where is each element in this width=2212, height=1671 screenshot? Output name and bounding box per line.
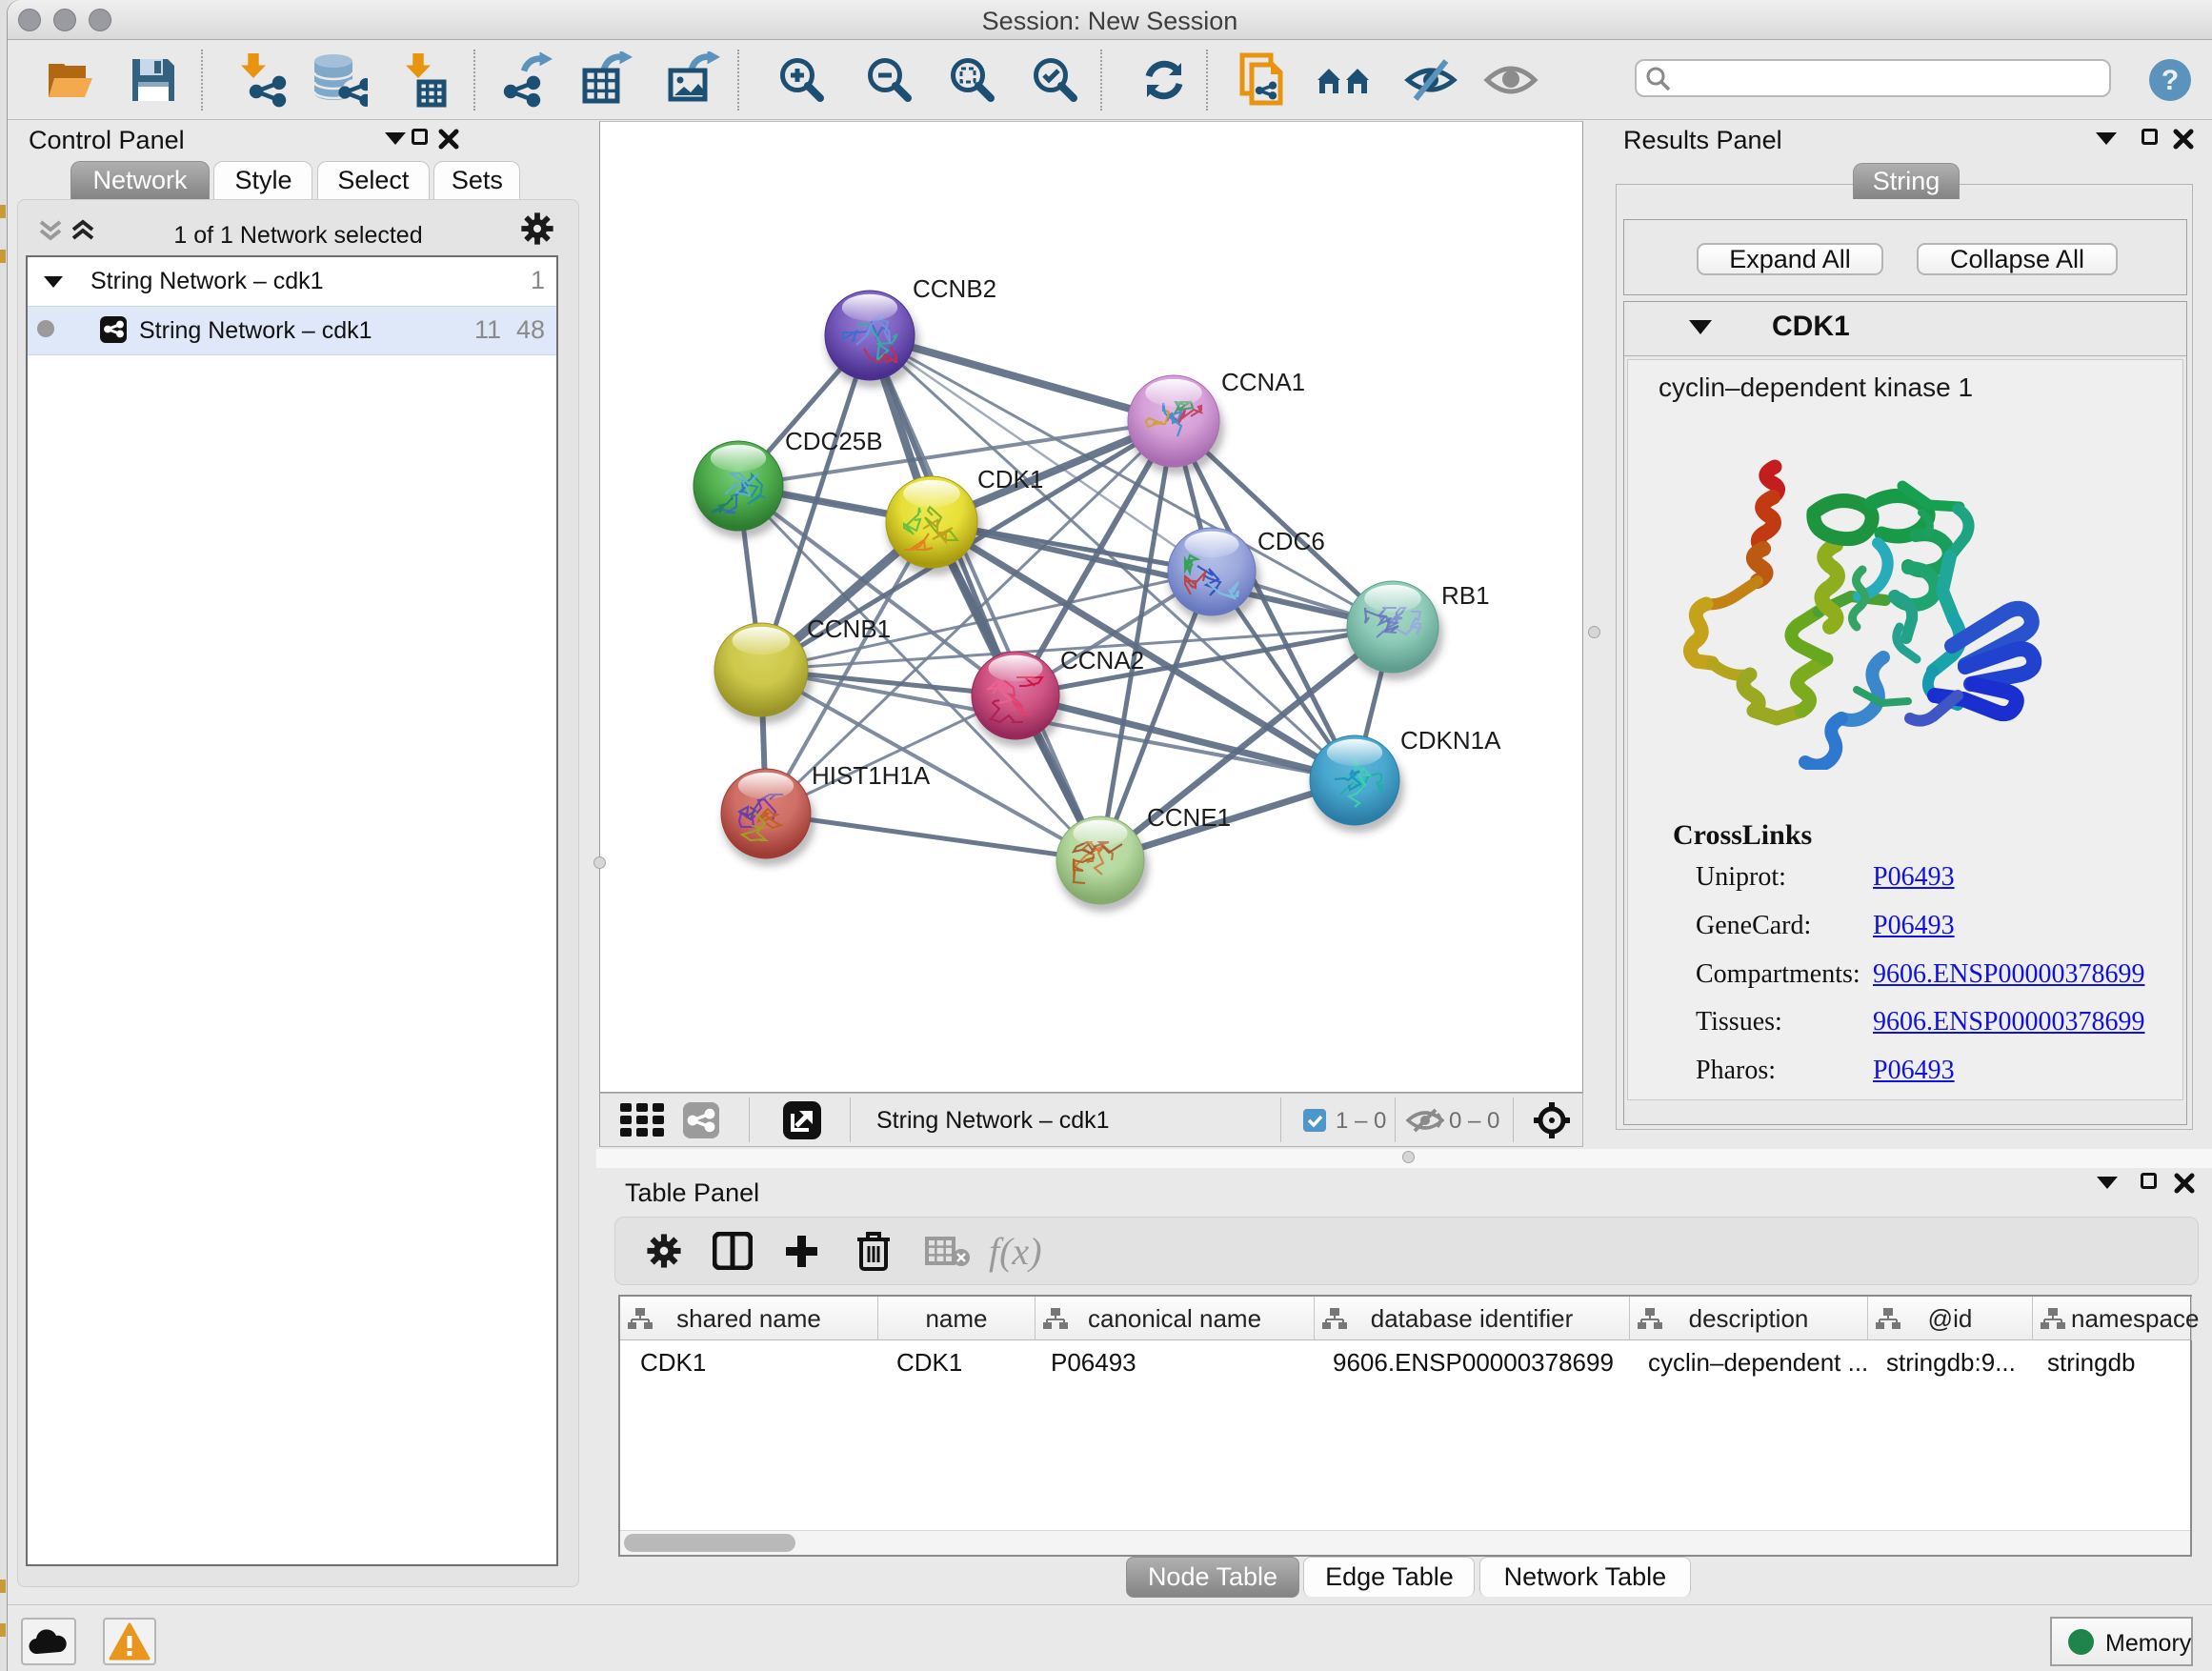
svg-text:CCNB2: CCNB2 <box>913 274 996 303</box>
svg-text:?: ? <box>2162 65 2179 96</box>
svg-text:CDC25B: CDC25B <box>785 427 883 455</box>
svg-text:CDKN1A: CDKN1A <box>1400 726 1501 755</box>
svg-text:HIST1H1A: HIST1H1A <box>812 761 931 790</box>
svg-text:CDK1: CDK1 <box>977 465 1043 493</box>
svg-text:CCNE1: CCNE1 <box>1147 803 1231 832</box>
svg-text:CCNA1: CCNA1 <box>1221 368 1305 396</box>
svg-text:CCNB1: CCNB1 <box>807 614 891 643</box>
svg-text:CDC6: CDC6 <box>1257 527 1325 555</box>
svg-text:CCNA2: CCNA2 <box>1060 646 1144 674</box>
svg-text:RB1: RB1 <box>1441 581 1490 610</box>
